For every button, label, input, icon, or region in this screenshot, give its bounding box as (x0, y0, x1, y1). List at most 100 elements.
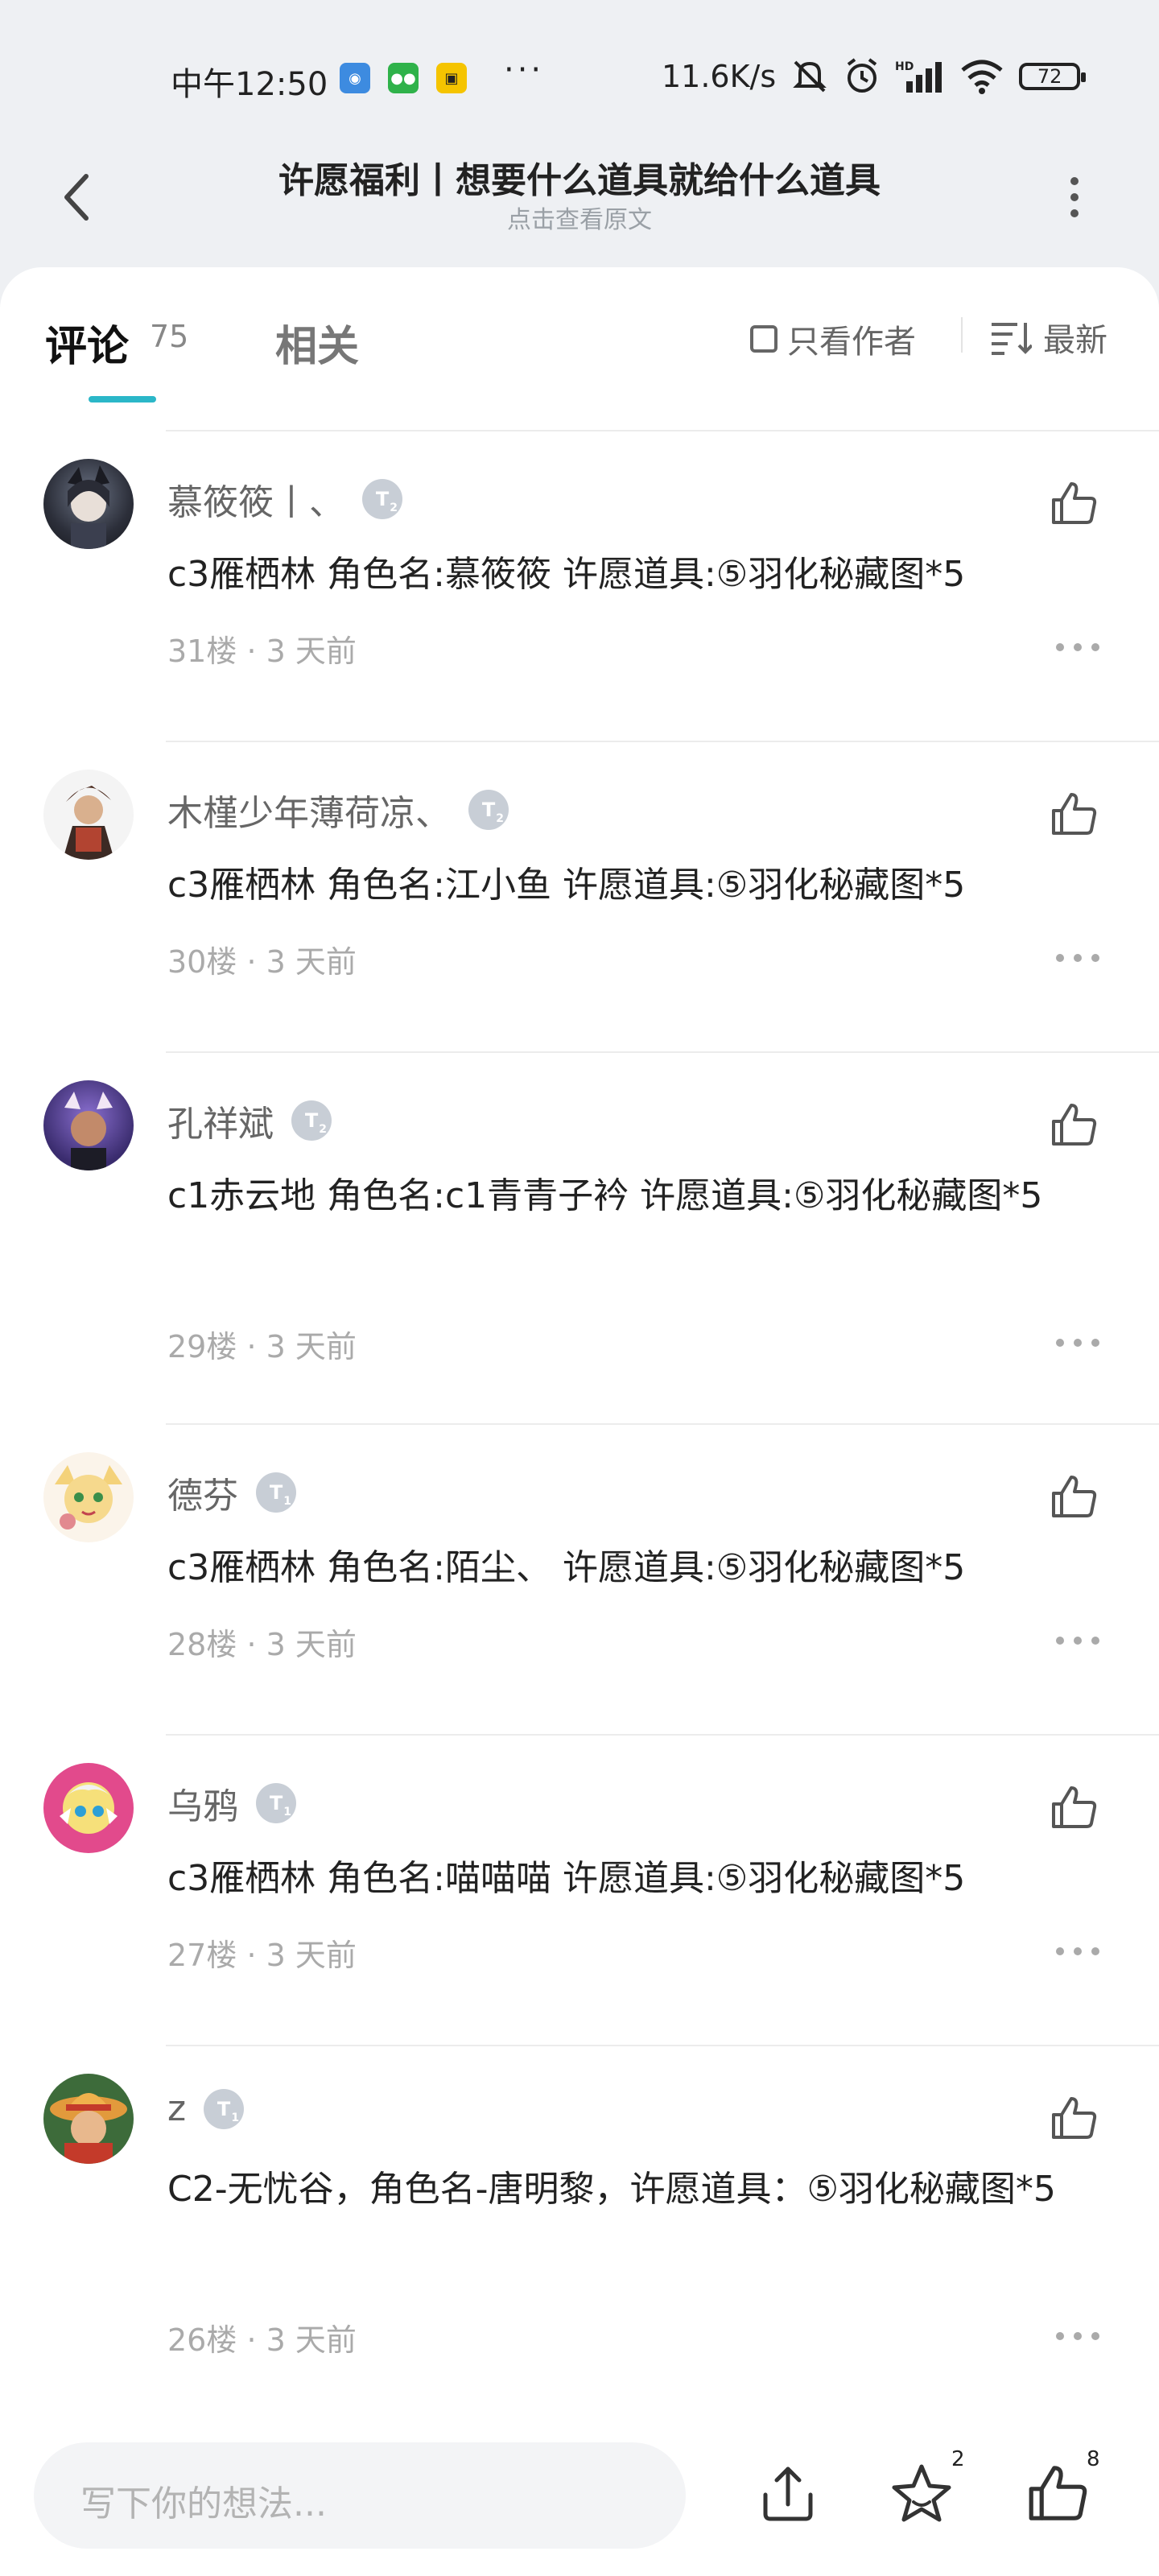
comment-meta: 26楼 · 3 天前 (167, 2322, 357, 2358)
like-count: 8 (1087, 2447, 1100, 2471)
more-dot (1070, 177, 1079, 185)
avatar[interactable] (43, 459, 134, 549)
username[interactable]: 木槿少年薄荷凉、 (167, 784, 451, 836)
thumbs-up-icon (1029, 2466, 1087, 2520)
like-button[interactable] (1046, 1096, 1103, 1153)
hd-signal-icon: HD (895, 60, 942, 93)
comment-divider (166, 2045, 1159, 2046)
level-badge-icon: T2 (362, 479, 402, 519)
floor-number: 31楼 (167, 634, 237, 669)
thumbs-up-icon (1052, 482, 1097, 524)
sort-button[interactable]: 最新 (990, 314, 1107, 361)
comment-item: 德芬 T1 c3雁栖林 角色名:陌尘、 许愿道具:⑤羽化秘藏图*5 28楼 · … (0, 1423, 1159, 1726)
comment-input-placeholder: 写下你的想法... (80, 2483, 327, 2524)
comment-count: 75 (150, 319, 189, 354)
more-options-button[interactable] (1054, 169, 1095, 225)
username[interactable]: 慕筱筱丨、 (167, 473, 344, 525)
avatar[interactable] (43, 1452, 134, 1542)
more-dot (1070, 193, 1079, 201)
tab-related[interactable]: 相关 (275, 312, 359, 373)
comment-meta: 30楼 · 3 天前 (167, 944, 357, 980)
view-original-link[interactable]: 点击查看原文 (161, 200, 998, 235)
level-badge-icon: T2 (468, 790, 509, 830)
comment-item: 孔祥斌 T2 c1赤云地 角色名:c1青青子衿 许愿道具:⑤羽化秘藏图*5 29… (0, 1051, 1159, 1426)
level-badge-icon: T2 (291, 1100, 332, 1141)
sort-icon (992, 323, 1032, 355)
taobao-icon: ▣ (436, 63, 467, 93)
share-button[interactable] (752, 2457, 824, 2529)
back-button[interactable] (48, 161, 105, 233)
floor-number: 30楼 (167, 944, 237, 980)
comment-item: 木槿少年薄荷凉、 T2 c3雁栖林 角色名:江小鱼 许愿道具:⑤羽化秘藏图*5 … (0, 741, 1159, 1043)
comment-divider (166, 1423, 1159, 1425)
like-button[interactable] (1046, 475, 1103, 531)
level-badge-icon: T1 (256, 1472, 296, 1513)
floor-number: 28楼 (167, 1627, 237, 1662)
browser-icon: ◉ (340, 63, 370, 93)
thumbs-up-icon (1052, 1786, 1097, 1828)
active-tab-indicator (89, 396, 156, 402)
floor-number: 29楼 (167, 1329, 237, 1364)
chevron-left-icon (64, 174, 89, 221)
comment-more-button[interactable] (1056, 1633, 1099, 1649)
comment-header: 德芬 T1 (167, 1467, 296, 1518)
comment-time: 3 天前 (266, 1329, 357, 1364)
star-icon (892, 2464, 951, 2522)
wifi-icon (961, 60, 1003, 94)
author-only-toggle[interactable]: 只看作者 (750, 316, 916, 362)
favorite-count: 2 (951, 2447, 965, 2471)
sort-label: 最新 (1043, 322, 1107, 359)
like-button[interactable] (1046, 786, 1103, 842)
comment-time: 3 天前 (266, 1938, 357, 1973)
wechat-icon: ●● (388, 63, 419, 93)
comment-divider (166, 1051, 1159, 1053)
comment-text: c3雁栖林 角色名:喵喵喵 许愿道具:⑤羽化秘藏图*5 (167, 1858, 966, 1899)
comment-text: C2-无忧谷，角色名-唐明黎，许愿道具：⑤羽化秘藏图*5 (167, 2169, 1056, 2210)
avatar[interactable] (43, 770, 134, 860)
comment-more-button[interactable] (1056, 2328, 1099, 2344)
network-speed: 11.6K/s (662, 59, 777, 94)
thumbs-up-icon (1052, 1476, 1097, 1517)
page-title[interactable]: 许愿福利丨想要什么道具就给什么道具 (161, 151, 998, 203)
like-button[interactable] (1046, 1779, 1103, 1835)
avatar[interactable] (43, 1763, 134, 1853)
comment-header: 孔祥斌 T2 (167, 1095, 332, 1146)
floor-number: 26楼 (167, 2322, 237, 2358)
username[interactable]: z (167, 2088, 186, 2129)
like-button[interactable] (1046, 1468, 1103, 1525)
comment-meta: 29楼 · 3 天前 (167, 1329, 357, 1364)
comment-tabs: 评论 75 相关 只看作者 最新 (0, 267, 1159, 428)
avatar[interactable] (43, 1080, 134, 1170)
article-header: 许愿福利丨想要什么道具就给什么道具 点击查看原文 (0, 137, 1159, 266)
tab-comments[interactable]: 评论 (45, 312, 129, 373)
username[interactable]: 德芬 (167, 1467, 238, 1518)
level-badge-icon: T1 (204, 2088, 245, 2129)
floor-number: 27楼 (167, 1938, 237, 1973)
alarm-icon (847, 58, 877, 93)
battery-icon: 72 (1019, 63, 1087, 90)
more-dot (1070, 209, 1079, 217)
comment-meta: 31楼 · 3 天前 (167, 634, 357, 669)
share-icon (763, 2467, 813, 2521)
comment-more-button[interactable] (1056, 1335, 1099, 1351)
thumbs-up-icon (1052, 793, 1097, 835)
comment-item: 慕筱筱丨、 T2 c3雁栖林 角色名:慕筱筱 许愿道具:⑤羽化秘藏图*5 31楼… (0, 430, 1159, 733)
comment-input[interactable]: 写下你的想法... (34, 2442, 686, 2549)
comment-time: 3 天前 (266, 944, 357, 980)
checkbox-icon (750, 325, 777, 353)
like-article-button[interactable] (1022, 2457, 1095, 2529)
comment-more-button[interactable] (1056, 950, 1099, 966)
avatar[interactable] (43, 2074, 134, 2164)
comment-item: z T1 C2-无忧谷，角色名-唐明黎，许愿道具：⑤羽化秘藏图*5 26楼 · … (0, 2045, 1159, 2420)
username[interactable]: 孔祥斌 (167, 1095, 274, 1146)
comment-divider (166, 430, 1159, 431)
comment-time: 3 天前 (266, 1627, 357, 1662)
thumbs-up-icon (1052, 2097, 1097, 2139)
comment-time: 3 天前 (266, 634, 357, 669)
level-badge-icon: T1 (256, 1783, 296, 1823)
comment-more-button[interactable] (1056, 639, 1099, 655)
favorite-button[interactable] (885, 2457, 958, 2529)
username[interactable]: 乌鸦 (167, 1777, 238, 1829)
like-button[interactable] (1046, 2090, 1103, 2146)
comment-more-button[interactable] (1056, 1943, 1099, 1959)
